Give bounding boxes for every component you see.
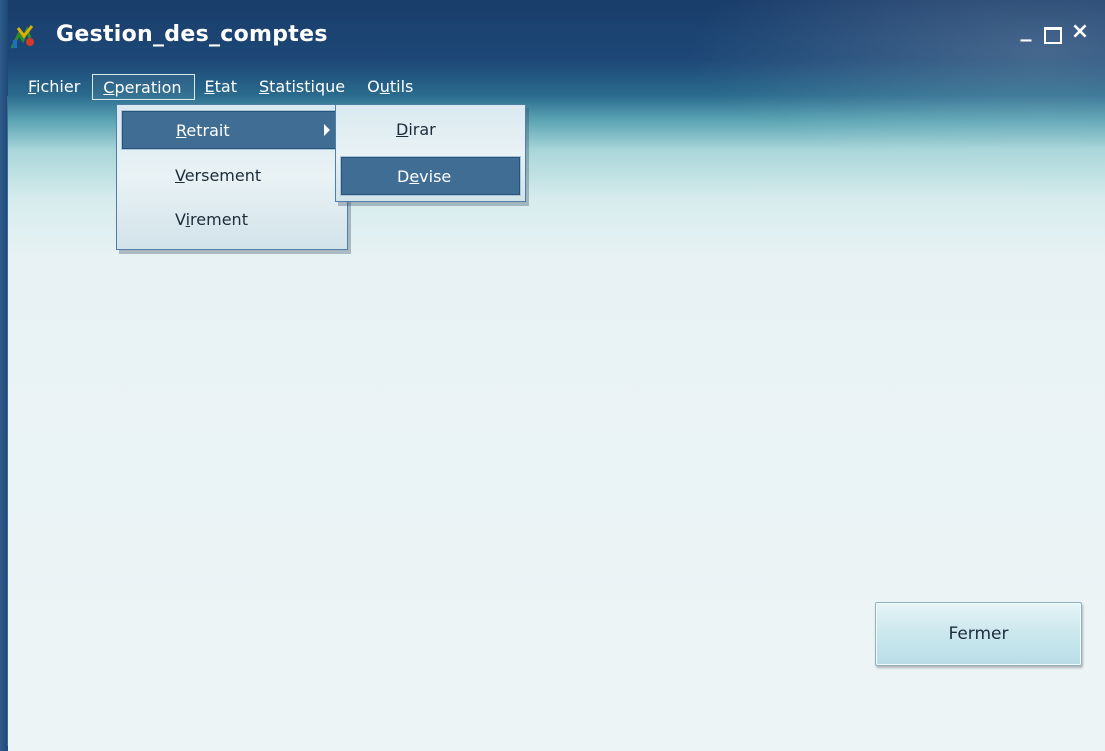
- titlebar[interactable]: Gestion_des_comptes _ ×: [0, 0, 1105, 62]
- menu-item-versement-label: Versement: [175, 156, 261, 196]
- menu-outils[interactable]: Outils: [357, 74, 425, 100]
- menu-operation[interactable]: Cperation: [92, 74, 195, 100]
- menu-outils-accel: u: [379, 77, 390, 96]
- retrait-submenu: Dirar Devise: [335, 104, 526, 202]
- menu-outils-label: tils: [389, 77, 414, 96]
- menu-etat-label: tat: [214, 77, 237, 96]
- virement-text: rement: [190, 210, 248, 229]
- menu-statistique-accel: S: [258, 77, 270, 96]
- virement-pre: V: [175, 210, 186, 229]
- submenu-arrow-icon: [324, 124, 330, 136]
- menu-item-versement[interactable]: Versement: [121, 156, 343, 196]
- operation-dropdown: Retrait Versement Virement: [116, 104, 348, 250]
- menu-etat-accel: E: [204, 77, 215, 96]
- devise-accel: e: [409, 167, 420, 186]
- devise-pre: D: [397, 167, 410, 186]
- retrait-accel: R: [176, 121, 187, 140]
- app-window: Gestion_des_comptes _ × Fichier Cperatio…: [0, 0, 1105, 751]
- minimize-icon[interactable]: _: [1016, 19, 1036, 41]
- menu-item-virement[interactable]: Virement: [121, 200, 343, 240]
- menu-item-retrait[interactable]: Retrait: [121, 110, 343, 150]
- devise-text: vise: [419, 167, 452, 186]
- fermer-button[interactable]: Fermer: [875, 602, 1082, 666]
- menu-item-virement-label: Virement: [175, 200, 248, 240]
- menu-operation-accel: C: [103, 78, 115, 97]
- close-icon[interactable]: ×: [1070, 21, 1090, 43]
- menu-item-retrait-label: Retrait: [176, 111, 230, 151]
- client-area-edge: [7, 96, 8, 746]
- menu-item-devise[interactable]: Devise: [340, 156, 521, 196]
- dirar-text: irar: [408, 120, 436, 139]
- menu-item-dirar-label: Dirar: [396, 110, 436, 150]
- maximize-icon[interactable]: [1043, 24, 1063, 44]
- versement-text: ersement: [184, 166, 262, 185]
- menu-item-devise-label: Devise: [397, 157, 451, 197]
- menu-fichier[interactable]: Fichier: [18, 74, 92, 100]
- app-logo-icon[interactable]: [10, 24, 36, 50]
- retrait-text: etrait: [186, 121, 230, 140]
- menu-etat[interactable]: Etat: [195, 74, 249, 100]
- menu-operation-label: peration: [114, 78, 182, 97]
- window-title: Gestion_des_comptes: [56, 22, 328, 47]
- menu-item-dirar[interactable]: Dirar: [340, 110, 521, 150]
- menu-fichier-accel: F: [28, 77, 37, 96]
- menu-statistique-label: tatistique: [269, 77, 346, 96]
- menubar: Fichier Cperation Etat Statistique Outil…: [28, 74, 425, 100]
- menu-fichier-label: ichier: [36, 77, 81, 96]
- versement-accel: V: [175, 166, 185, 185]
- menu-statistique[interactable]: Statistique: [249, 74, 357, 100]
- dirar-accel: D: [396, 120, 409, 139]
- menu-outils-pre: O: [367, 77, 380, 96]
